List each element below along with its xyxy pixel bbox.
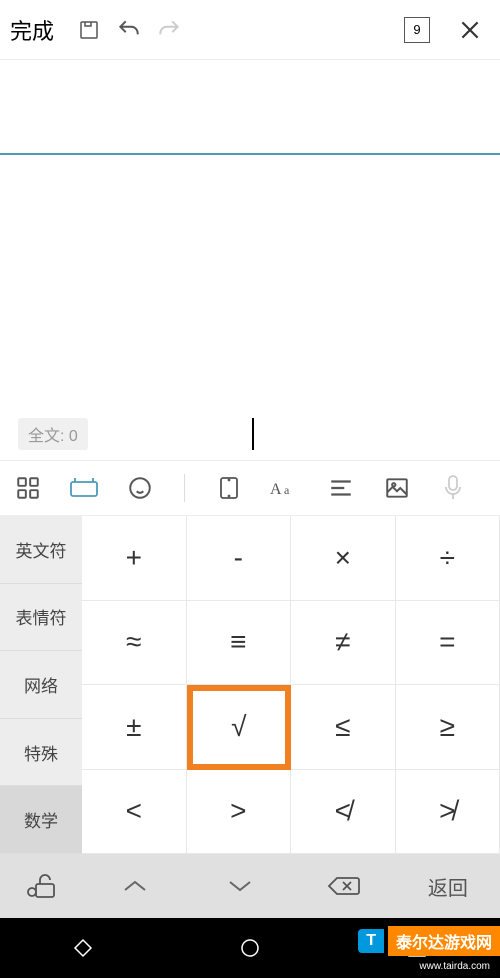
undo-icon[interactable] xyxy=(109,10,149,50)
content-header[interactable] xyxy=(0,60,500,155)
symbol-key-15[interactable]: ≯ xyxy=(396,770,500,855)
page-number-badge[interactable]: 9 xyxy=(404,17,430,43)
watermark: T 泰尔达游戏网 xyxy=(358,926,500,956)
align-icon[interactable] xyxy=(325,472,357,504)
symbol-grid: +-×÷ ≈≡≠= ±√≤≥ <>≮≯ xyxy=(82,516,500,854)
symbol-key-5[interactable]: ≡ xyxy=(187,601,292,686)
symbol-key-9[interactable]: √ xyxy=(187,685,292,770)
keyboard-bottom-row: 返回 xyxy=(0,854,500,918)
watermark-badge2: 泰尔达游戏网 xyxy=(388,926,500,956)
font-icon[interactable]: Aa xyxy=(269,472,301,504)
emoji-icon[interactable] xyxy=(124,472,156,504)
symbol-key-4[interactable]: ≈ xyxy=(82,601,187,686)
symbol-key-12[interactable]: < xyxy=(82,770,187,855)
svg-text:a: a xyxy=(284,483,290,497)
nav-home-icon[interactable] xyxy=(230,928,270,968)
chevron-down-icon[interactable] xyxy=(188,854,292,918)
content-main[interactable]: 全文: 0 xyxy=(0,155,500,460)
word-count-badge: 全文: 0 xyxy=(18,418,88,450)
fullscreen-icon[interactable] xyxy=(213,472,245,504)
nav-back-icon[interactable] xyxy=(63,928,103,968)
symbol-key-10[interactable]: ≤ xyxy=(291,685,396,770)
category-item-1[interactable]: 表情符 xyxy=(0,584,82,652)
return-button[interactable]: 返回 xyxy=(396,854,500,918)
category-item-3[interactable]: 特殊 xyxy=(0,719,82,787)
svg-text:A: A xyxy=(270,481,282,498)
symbol-key-8[interactable]: ± xyxy=(82,685,187,770)
format-toolbar: Aa xyxy=(0,460,500,516)
symbol-key-7[interactable]: = xyxy=(396,601,500,686)
lock-icon[interactable] xyxy=(0,854,83,918)
text-cursor xyxy=(252,418,254,450)
mic-icon[interactable] xyxy=(437,472,469,504)
symbol-key-13[interactable]: > xyxy=(187,770,292,855)
save-icon[interactable] xyxy=(69,10,109,50)
symbol-key-3[interactable]: ÷ xyxy=(396,516,500,601)
symbol-key-14[interactable]: ≮ xyxy=(291,770,396,855)
symbol-key-0[interactable]: + xyxy=(82,516,187,601)
symbol-key-2[interactable]: × xyxy=(291,516,396,601)
category-item-0[interactable]: 英文符 xyxy=(0,516,82,584)
watermark-badge1: T xyxy=(358,929,384,953)
redo-icon xyxy=(149,10,189,50)
symbol-key-1[interactable]: - xyxy=(187,516,292,601)
category-item-4[interactable]: 数学 xyxy=(0,786,82,854)
top-bar: 完成 9 xyxy=(0,0,500,60)
watermark-url: www.tairda.com xyxy=(419,961,490,972)
symbol-key-6[interactable]: ≠ xyxy=(291,601,396,686)
symbol-keyboard: 英文符表情符网络特殊数学 +-×÷ ≈≡≠= ±√≤≥ <>≮≯ xyxy=(0,516,500,854)
apps-icon[interactable] xyxy=(12,472,44,504)
backspace-icon[interactable] xyxy=(292,854,396,918)
symbol-key-11[interactable]: ≥ xyxy=(396,685,500,770)
image-icon[interactable] xyxy=(381,472,413,504)
close-icon[interactable] xyxy=(450,10,490,50)
category-item-2[interactable]: 网络 xyxy=(0,651,82,719)
chevron-up-icon[interactable] xyxy=(83,854,187,918)
keyboard-icon[interactable] xyxy=(68,472,100,504)
category-list: 英文符表情符网络特殊数学 xyxy=(0,516,82,854)
done-button[interactable]: 完成 xyxy=(10,14,54,46)
toolbar-divider xyxy=(184,474,185,502)
